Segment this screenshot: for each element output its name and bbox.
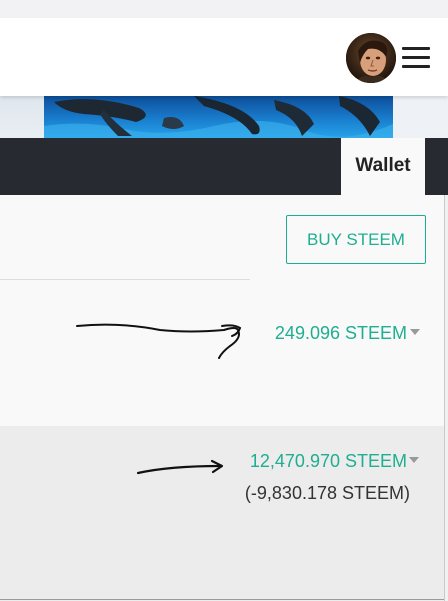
steem-power-value[interactable]: 12,470.970 STEEM bbox=[250, 451, 407, 472]
menu-bar bbox=[402, 56, 430, 59]
steem-balance-row bbox=[0, 280, 444, 426]
bottom-border bbox=[0, 599, 444, 600]
chevron-down-icon[interactable] bbox=[409, 457, 419, 463]
menu-bar bbox=[402, 47, 430, 50]
cover-left-panel bbox=[0, 96, 44, 138]
scroll-edge bbox=[444, 195, 448, 601]
hamburger-menu-icon[interactable] bbox=[402, 44, 432, 72]
top-header bbox=[0, 18, 448, 96]
tab-bar-edge bbox=[425, 138, 448, 195]
chevron-down-icon[interactable] bbox=[410, 329, 420, 335]
avatar[interactable] bbox=[346, 33, 396, 83]
buy-steem-button[interactable]: BUY STEEM bbox=[286, 215, 426, 264]
dolphins-cover-photo bbox=[44, 96, 393, 138]
browser-top-strip bbox=[0, 0, 448, 19]
avatar-image bbox=[346, 33, 396, 83]
steem-balance-value[interactable]: 249.096 STEEM bbox=[275, 323, 407, 344]
cover-right-panel bbox=[393, 96, 448, 138]
steem-power-delegated: (-9,830.178 STEEM) bbox=[244, 483, 410, 503]
tab-wallet[interactable]: Wallet bbox=[341, 138, 425, 195]
profile-cover bbox=[0, 96, 448, 138]
menu-bar bbox=[402, 65, 430, 68]
